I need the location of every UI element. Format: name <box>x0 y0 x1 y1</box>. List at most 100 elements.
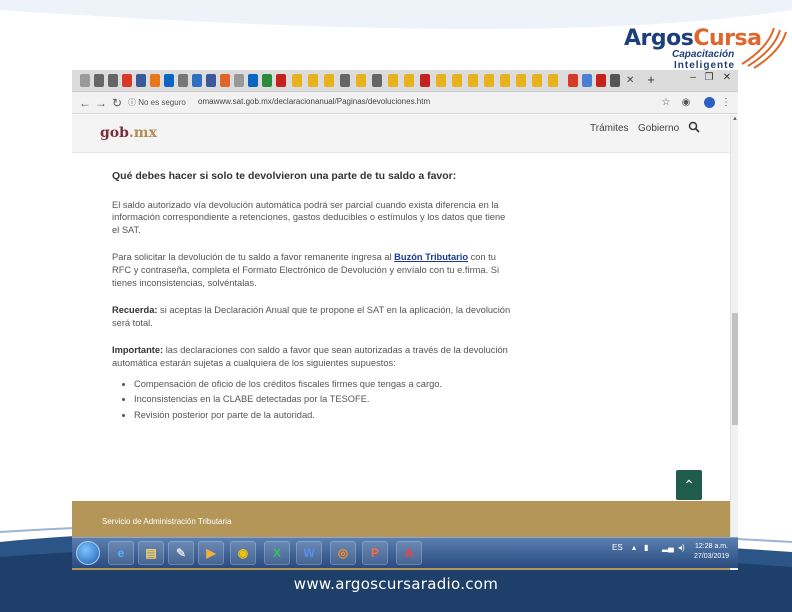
bookmark-star-icon[interactable]: ☆ <box>660 96 672 110</box>
logo-suffix: .mx <box>128 125 157 141</box>
paragraph-importante: Importante: las declaraciones con saldo … <box>112 344 512 369</box>
recuerda-label: Recuerda: <box>112 305 158 316</box>
tab-favicon[interactable] <box>292 74 302 87</box>
brand-arcs-icon <box>741 27 787 69</box>
nav-tramites[interactable]: Trámites <box>590 123 629 134</box>
brand-tagline-1: Capacitación <box>672 49 735 60</box>
clock-time: 12:28 a.m. <box>694 543 729 550</box>
tab-favicon[interactable] <box>356 74 366 87</box>
excel-icon[interactable]: X <box>264 541 290 565</box>
language-indicator[interactable]: ES <box>612 543 623 552</box>
tab-favicon[interactable] <box>324 74 334 87</box>
volume-icon[interactable]: ◂) <box>678 543 685 552</box>
tab-favicon[interactable] <box>340 74 350 87</box>
tab-favicon[interactable] <box>276 74 286 87</box>
windows-taskbar: e ▤ ✎ ▶ ◉ X W ◎ P A ES ▴ ▮ ▂▄ ◂) 12:28 a… <box>72 537 738 568</box>
tab-favicon[interactable] <box>452 74 462 87</box>
maximize-icon[interactable]: ❐ <box>702 72 716 84</box>
tab-favicon[interactable] <box>262 74 272 87</box>
tab-favicon[interactable] <box>178 74 188 87</box>
tab-strip: ✕ + – ❐ ✕ <box>72 70 738 92</box>
nav-gobierno[interactable]: Gobierno <box>638 123 679 134</box>
list-item: Revisión posterior por parte de la autor… <box>134 409 512 422</box>
pen-tool-icon[interactable]: ✎ <box>168 541 194 565</box>
network-icon[interactable]: ▮ <box>644 543 648 552</box>
word-icon[interactable]: W <box>296 541 322 565</box>
tab-favicon[interactable] <box>568 74 578 87</box>
tab-favicon[interactable] <box>610 74 620 87</box>
tab-favicon[interactable] <box>532 74 542 87</box>
scrollbar-thumb[interactable] <box>732 313 738 425</box>
tab-favicon[interactable] <box>484 74 494 87</box>
tab-favicon[interactable] <box>80 74 90 87</box>
tab-close-icon[interactable]: ✕ <box>626 75 634 86</box>
firefox-icon[interactable]: ◎ <box>330 541 356 565</box>
tab-favicon[interactable] <box>164 74 174 87</box>
list-item: Inconsistencias en la CLABE detectadas p… <box>134 393 512 406</box>
tab-favicon[interactable] <box>248 74 258 87</box>
page-scrollbar[interactable]: ▲ ▼ <box>730 115 738 570</box>
tab-favicon[interactable] <box>436 74 446 87</box>
system-clock[interactable]: 12:28 a.m. 27/03/2019 <box>694 542 729 562</box>
tab-favicon[interactable] <box>372 74 382 87</box>
profile-avatar[interactable] <box>704 97 715 108</box>
address-bar: ← → ↻ ⓘ No es seguro omawww.sat.gob.mx/d… <box>72 92 738 114</box>
file-explorer-icon[interactable]: ▤ <box>138 541 164 565</box>
minimize-icon[interactable]: – <box>686 72 700 84</box>
forward-arrow-icon[interactable]: → <box>94 95 108 111</box>
tab-favicon[interactable] <box>420 74 430 87</box>
url-text[interactable]: omawww.sat.gob.mx/declaracionanual/Pagin… <box>198 97 430 106</box>
tab-favicon[interactable] <box>136 74 146 87</box>
footer-institution: Servicio de Administración Tributaria <box>102 517 232 526</box>
tab-favicon[interactable] <box>94 74 104 87</box>
list-item: Compensación de oficio de los créditos f… <box>134 378 512 391</box>
extension-icon[interactable]: ◉ <box>680 96 692 110</box>
tab-favicon[interactable] <box>500 74 510 87</box>
tab-favicon[interactable] <box>582 74 592 87</box>
security-label: No es seguro <box>138 98 186 107</box>
tab-favicon[interactable] <box>108 74 118 87</box>
article: Qué debes hacer si solo te devolvieron u… <box>112 170 512 424</box>
tab-favicon[interactable] <box>150 74 160 87</box>
tab-favicon[interactable] <box>404 74 414 87</box>
paragraph-buzon: Para solicitar la devolución de tu saldo… <box>112 251 512 289</box>
tab-favicon[interactable] <box>234 74 244 87</box>
start-button[interactable] <box>76 541 100 565</box>
buzon-tributario-link[interactable]: Buzón Tributario <box>394 252 468 262</box>
tab-favicon[interactable] <box>192 74 202 87</box>
search-icon[interactable] <box>688 121 700 133</box>
tab-favicon[interactable] <box>516 74 526 87</box>
importante-text: las declaraciones con saldo a favor que … <box>112 345 508 368</box>
importante-label: Importante: <box>112 345 164 356</box>
acrobat-icon[interactable]: A <box>396 541 422 565</box>
signal-icon[interactable]: ▂▄ <box>662 543 674 552</box>
tab-favicon[interactable] <box>122 74 132 87</box>
scroll-up-icon[interactable]: ▲ <box>731 115 738 123</box>
paragraph-recuerda: Recuerda: si aceptas la Declaración Anua… <box>112 304 512 329</box>
tab-favicon[interactable] <box>596 74 606 87</box>
gob-mx-logo[interactable]: gob.mx <box>100 125 157 141</box>
reload-icon[interactable]: ↻ <box>110 95 124 111</box>
powerpoint-icon[interactable]: P <box>362 541 388 565</box>
chrome-icon[interactable]: ◉ <box>230 541 256 565</box>
tab-favicon[interactable] <box>388 74 398 87</box>
argoscursa-logo: ArgosCursa Capacitación Inteligente <box>620 22 787 72</box>
window-close-icon[interactable]: ✕ <box>720 72 734 84</box>
internet-explorer-icon[interactable]: e <box>108 541 134 565</box>
tab-favicon[interactable] <box>548 74 558 87</box>
url-input[interactable]: ⓘ No es seguro omawww.sat.gob.mx/declara… <box>128 95 648 111</box>
tab-favicon[interactable] <box>468 74 478 87</box>
media-player-icon[interactable]: ▶ <box>198 541 224 565</box>
new-tab-plus-icon[interactable]: + <box>644 73 658 87</box>
tab-favicon[interactable] <box>220 74 230 87</box>
logo-main: gob <box>100 125 129 141</box>
tab-favicon[interactable] <box>308 74 318 87</box>
tray-arrow-icon[interactable]: ▴ <box>632 543 636 552</box>
paragraph-buzon-intro: Para solicitar la devolución de tu saldo… <box>112 252 395 263</box>
article-heading: Qué debes hacer si solo te devolvieron u… <box>112 170 457 182</box>
back-to-top-button[interactable]: ⌃ <box>676 470 702 500</box>
menu-kebab-icon[interactable]: ⋮ <box>720 96 732 110</box>
back-arrow-icon[interactable]: ← <box>78 95 92 111</box>
tab-favicon[interactable] <box>206 74 216 87</box>
security-indicator[interactable]: ⓘ No es seguro <box>128 97 186 108</box>
